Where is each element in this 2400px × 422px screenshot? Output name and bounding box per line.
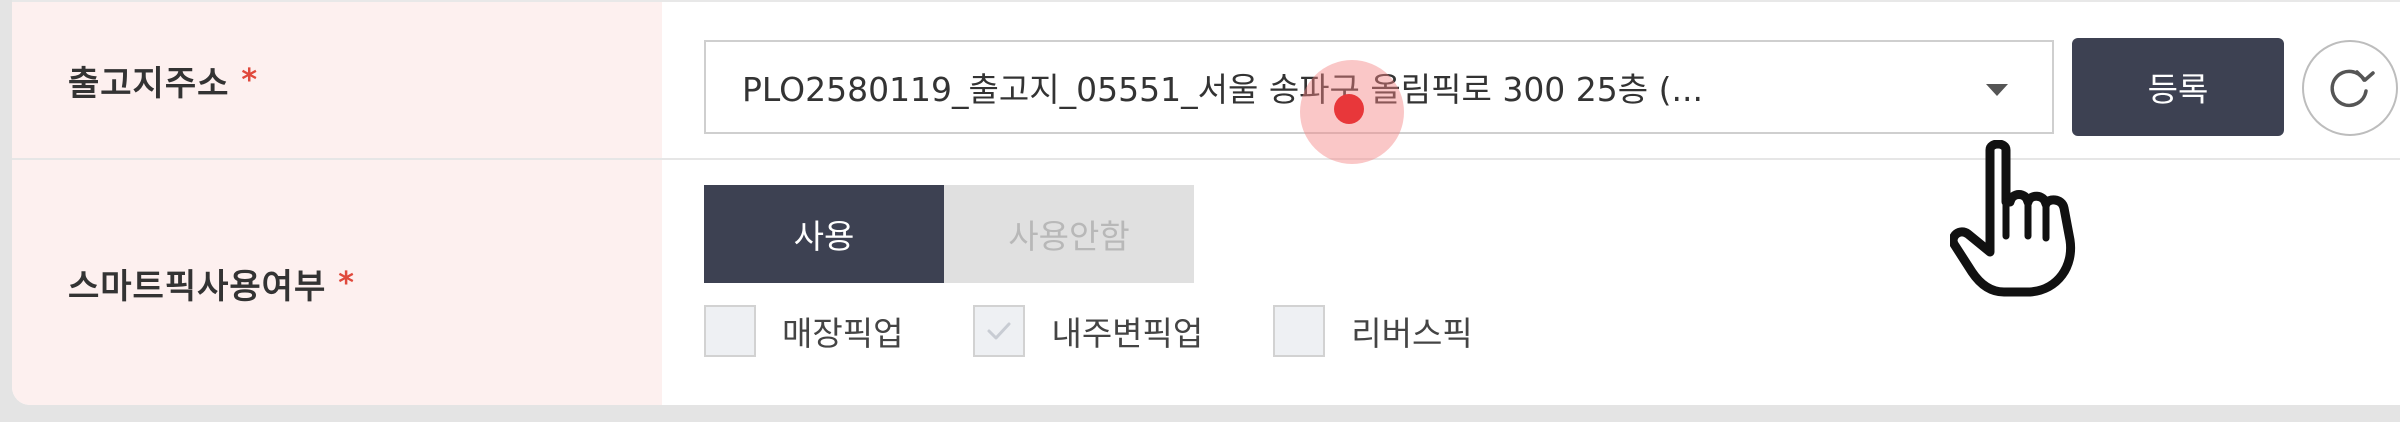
register-button[interactable]: 등록: [2072, 38, 2284, 136]
checkbox[interactable]: [704, 305, 756, 357]
click-dot: [1334, 94, 1364, 124]
label-cell: 스마트픽사용여부 *: [12, 160, 662, 405]
row-shipping-address: 출고지주소 * PLO2580119_출고지_05551_서울 송파구 올림픽로…: [12, 2, 2400, 160]
label-cell: 출고지주소 *: [12, 2, 662, 158]
shipping-address-label: 출고지주소: [68, 63, 230, 104]
shipping-address-select-value: PLO2580119_출고지_05551_서울 송파구 올림픽로 300 25층…: [742, 70, 1703, 109]
checkbox-label: 내주변픽업: [1051, 314, 1204, 353]
refresh-button[interactable]: [2302, 40, 2398, 136]
refresh-icon: [2330, 69, 2375, 108]
checkbox-reverse-pick[interactable]: 리버스픽: [1273, 305, 1473, 357]
checkbox-nearby-pickup[interactable]: 내주변픽업: [973, 305, 1203, 357]
required-mark: *: [338, 266, 354, 301]
value-cell: PLO2580119_출고지_05551_서울 송파구 올림픽로 300 25층…: [662, 2, 2400, 158]
toggle-not-use[interactable]: 사용안함: [944, 185, 1194, 283]
checkbox[interactable]: [1273, 305, 1326, 357]
smartpick-usage-label: 스마트픽사용여부: [68, 267, 327, 307]
checkbox-store-pickup[interactable]: 매장픽업: [704, 305, 903, 357]
usage-toggle-group: 사용 사용안함: [704, 185, 1194, 283]
hand-pointer-icon: [1950, 140, 2076, 297]
checkbox-label: 매장픽업: [782, 314, 904, 353]
checkbox[interactable]: [973, 305, 1026, 357]
toggle-use[interactable]: 사용: [704, 185, 944, 283]
required-mark: *: [241, 62, 258, 98]
checkbox-label: 리버스픽: [1351, 314, 1473, 353]
chevron-down-icon[interactable]: [1986, 84, 2008, 96]
pickup-options: 매장픽업 내주변픽업 리버스픽: [704, 305, 1543, 357]
checkmark-icon: [987, 322, 1011, 340]
